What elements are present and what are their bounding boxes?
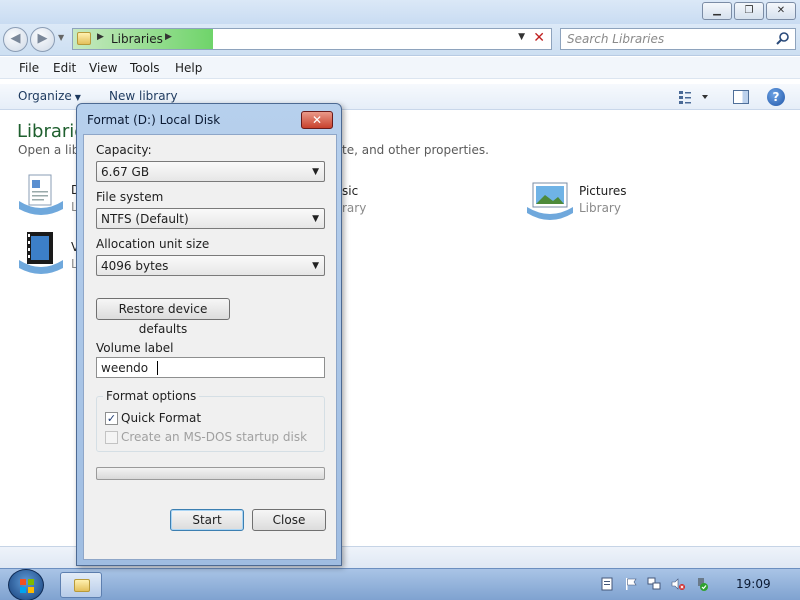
help-icon[interactable]: ? xyxy=(767,88,785,106)
network-icon[interactable] xyxy=(647,577,661,591)
back-button[interactable]: ◀ xyxy=(3,27,28,52)
dialog-body: Capacity: 6.67 GB ▼ File system NTFS (De… xyxy=(83,134,337,560)
chevron-down-icon: ▼ xyxy=(312,261,319,271)
stop-icon[interactable]: ✕ xyxy=(533,30,545,46)
chevron-down-icon: ▼ xyxy=(312,214,319,224)
menu-edit[interactable]: Edit xyxy=(53,61,76,75)
forward-button[interactable]: ▶ xyxy=(30,27,55,52)
capacity-label: Capacity: xyxy=(96,143,152,157)
volume-muted-icon[interactable] xyxy=(671,577,685,591)
page-subtitle-start: Open a libr xyxy=(18,143,85,157)
preview-pane-icon[interactable] xyxy=(733,90,749,104)
organize-button[interactable]: Organize ▼ xyxy=(18,89,81,103)
address-bar[interactable]: ▶ Libraries ▶ ▼ ✕ xyxy=(72,28,552,50)
windows-logo-icon xyxy=(20,579,34,593)
volume-label-value: weendo xyxy=(101,361,149,375)
quick-format-checkbox[interactable]: ✓ xyxy=(105,412,118,425)
start-button[interactable] xyxy=(8,569,44,600)
volume-label-label: Volume label xyxy=(96,341,174,355)
recent-pages-caret-icon[interactable]: ▼ xyxy=(58,33,64,42)
chevron-down-icon: ▼ xyxy=(74,93,81,102)
file-system-value: NTFS (Default) xyxy=(101,212,189,226)
menu-bar: File Edit View Tools Help xyxy=(0,57,800,79)
libraries-folder-icon xyxy=(77,32,91,45)
music-sub: rary xyxy=(342,201,367,215)
search-icon[interactable] xyxy=(775,31,791,47)
document-icon[interactable] xyxy=(600,577,614,591)
menu-tools[interactable]: Tools xyxy=(130,61,160,75)
restore-defaults-button[interactable]: Restore device defaults xyxy=(96,298,230,336)
page-subtitle-end: te, and other properties. xyxy=(342,143,489,157)
address-toolbar: ◀ ▶ ▼ ▶ Libraries ▶ ▼ ✕ Search Libraries xyxy=(0,24,800,56)
allocation-value: 4096 bytes xyxy=(101,259,169,273)
format-progress-bar xyxy=(96,467,325,480)
search-input[interactable]: Search Libraries xyxy=(567,32,664,46)
pictures-library-icon[interactable] xyxy=(525,181,575,221)
capacity-value: 6.67 GB xyxy=(101,165,150,179)
file-system-label: File system xyxy=(96,190,164,204)
allocation-label: Allocation unit size xyxy=(96,237,210,251)
dialog-title: Format (D:) Local Disk xyxy=(87,113,221,127)
new-library-button[interactable]: New library xyxy=(109,89,178,103)
maximize-button[interactable]: ❐ xyxy=(734,2,764,20)
music-name[interactable]: sic xyxy=(342,184,358,198)
system-tray: 19:09 xyxy=(590,573,790,597)
videos-library-icon[interactable] xyxy=(17,228,65,276)
safe-remove-hardware-icon[interactable] xyxy=(695,577,709,591)
address-dropdown-icon[interactable]: ▼ xyxy=(518,32,525,42)
format-options-group: Format options ✓ Quick Format Create an … xyxy=(96,389,325,452)
format-options-title: Format options xyxy=(103,389,200,403)
breadcrumb-arrow-icon[interactable]: ▶ xyxy=(165,32,172,42)
menu-help[interactable]: Help xyxy=(175,61,202,75)
action-center-flag-icon[interactable] xyxy=(624,577,638,591)
menu-file[interactable]: File xyxy=(19,61,39,75)
pictures-sub: Library xyxy=(579,201,621,215)
start-button-dialog[interactable]: Start xyxy=(170,509,244,531)
close-button-dialog[interactable]: Close xyxy=(252,509,326,531)
change-view-icon[interactable] xyxy=(678,89,708,105)
volume-label-input[interactable]: weendo xyxy=(96,357,325,378)
quick-format-label: Quick Format xyxy=(121,411,202,425)
capacity-select[interactable]: 6.67 GB ▼ xyxy=(96,161,325,182)
pictures-name[interactable]: Pictures xyxy=(579,184,627,198)
taskbar-explorer-button[interactable] xyxy=(60,572,102,598)
clock[interactable]: 19:09 xyxy=(736,577,771,591)
documents-library-icon[interactable] xyxy=(17,171,65,219)
breadcrumb-libraries[interactable]: Libraries xyxy=(111,32,163,46)
explorer-titlebar: ▁ ❐ ✕ xyxy=(0,0,800,24)
allocation-select[interactable]: 4096 bytes ▼ xyxy=(96,255,325,276)
file-system-select[interactable]: NTFS (Default) ▼ xyxy=(96,208,325,229)
minimize-button[interactable]: ▁ xyxy=(702,2,732,20)
msdos-startup-label: Create an MS-DOS startup disk xyxy=(121,430,308,444)
menu-view[interactable]: View xyxy=(89,61,117,75)
dialog-close-button[interactable]: ✕ xyxy=(301,111,333,129)
search-box[interactable]: Search Libraries xyxy=(560,28,796,50)
breadcrumb-arrow-icon[interactable]: ▶ xyxy=(97,32,104,42)
close-window-button[interactable]: ✕ xyxy=(766,2,796,20)
taskbar: 19:09 xyxy=(0,568,800,600)
format-dialog: Format (D:) Local Disk ✕ Capacity: 6.67 … xyxy=(76,103,342,566)
organize-label: Organize xyxy=(18,89,72,103)
folder-icon xyxy=(74,579,90,592)
window-controls: ▁ ❐ ✕ xyxy=(702,2,796,20)
text-caret xyxy=(157,361,158,375)
msdos-startup-checkbox xyxy=(105,431,118,444)
chevron-down-icon: ▼ xyxy=(312,167,319,177)
